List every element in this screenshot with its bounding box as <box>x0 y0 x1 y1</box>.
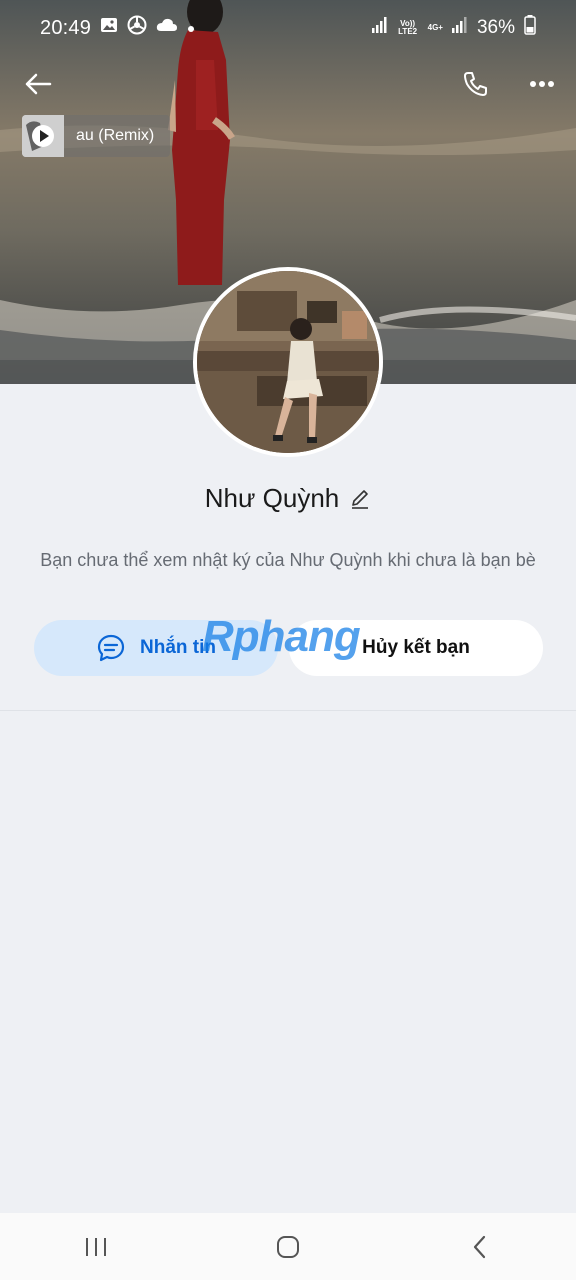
music-thumbnail <box>22 115 64 157</box>
message-button[interactable]: Nhắn tin <box>34 620 278 676</box>
avatar-photo <box>197 271 379 453</box>
play-icon <box>22 115 64 157</box>
status-time: 20:49 <box>40 16 92 39</box>
signal-icon-2 <box>451 17 468 39</box>
cloud-icon <box>156 17 178 39</box>
status-bar: 20:49 Vo)) LTE2 4G+ 36% <box>0 0 576 56</box>
lte-label: Vo)) LTE2 <box>398 19 418 36</box>
nav-home-button[interactable] <box>258 1222 318 1272</box>
profile-music-chip[interactable]: au (Remix) <box>22 115 170 157</box>
gallery-icon <box>100 16 118 40</box>
nav-back-button[interactable] <box>450 1222 510 1272</box>
back-button[interactable] <box>16 62 60 106</box>
nav-home-icon <box>277 1235 299 1258</box>
profile-name: Như Quỳnh <box>204 482 340 513</box>
section-divider <box>0 710 576 711</box>
network-4g-label: 4G+ <box>427 23 443 32</box>
unfriend-button[interactable]: Hủy kết bạn <box>289 620 543 676</box>
phone-icon <box>464 72 487 96</box>
nav-recents-button[interactable] <box>66 1222 126 1272</box>
more-icon <box>530 81 554 87</box>
system-nav-bar <box>0 1213 576 1280</box>
battery-icon <box>524 15 536 41</box>
message-button-label: Nhắn tin <box>140 637 216 658</box>
unfriend-button-label: Hủy kết bạn <box>362 637 470 658</box>
profile-avatar[interactable] <box>193 267 383 457</box>
signal-icon-1 <box>371 17 388 39</box>
nav-recents-icon <box>86 1237 106 1256</box>
profile-name-row: Như Quỳnh <box>0 478 576 518</box>
music-title: au (Remix) <box>76 127 155 144</box>
notification-dot-icon <box>187 17 195 39</box>
edit-name-button[interactable] <box>349 487 371 509</box>
more-options-button[interactable] <box>520 62 564 106</box>
call-button[interactable] <box>454 62 498 106</box>
chat-bubble-icon <box>97 634 125 662</box>
battery-text: 36% <box>476 17 515 38</box>
edit-pencil-icon <box>352 490 369 509</box>
chrome-icon <box>127 15 147 41</box>
back-arrow-icon <box>25 73 52 95</box>
diary-restriction-note: Bạn chưa thể xem nhật ký của Như Quỳnh k… <box>40 550 536 570</box>
nav-back-icon <box>473 1235 486 1258</box>
